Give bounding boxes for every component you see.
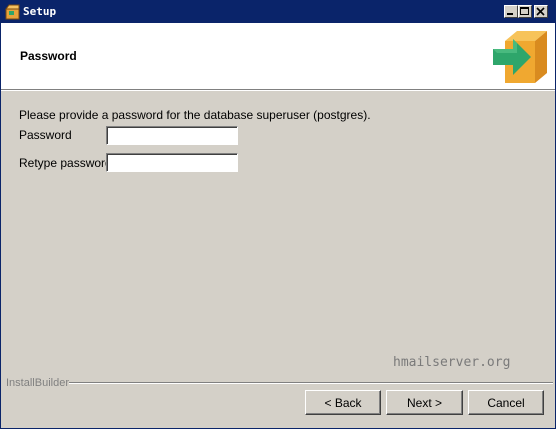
title-bar[interactable]: Setup [1,1,555,23]
password-field[interactable] [106,126,238,145]
next-button[interactable]: Next > [386,390,463,415]
header-divider [1,90,555,91]
minimize-icon [507,13,513,15]
minimize-button[interactable] [504,5,518,18]
password-description: Please provide a password for the databa… [19,108,371,122]
retype-password-label: Retype password [19,156,112,170]
window-title: Setup [23,5,57,18]
watermark-text: hmailserver.org [393,355,511,370]
installbuilder-label: InstallBuilder [6,377,69,389]
retype-password-field[interactable] [106,153,238,172]
installer-box-arrow-icon [493,31,547,83]
app-icon [5,4,20,20]
close-button[interactable] [534,5,548,18]
back-button[interactable]: < Back [305,390,381,415]
maximize-icon [520,7,529,15]
close-icon [536,7,545,16]
maximize-button[interactable] [518,5,532,18]
password-label: Password [19,128,72,142]
header-panel: Password [1,23,555,90]
footer-divider-highlight [69,383,553,384]
page-title: Password [20,49,77,63]
setup-window: Setup Password Please provide a password… [0,0,556,429]
cancel-button[interactable]: Cancel [468,390,544,415]
